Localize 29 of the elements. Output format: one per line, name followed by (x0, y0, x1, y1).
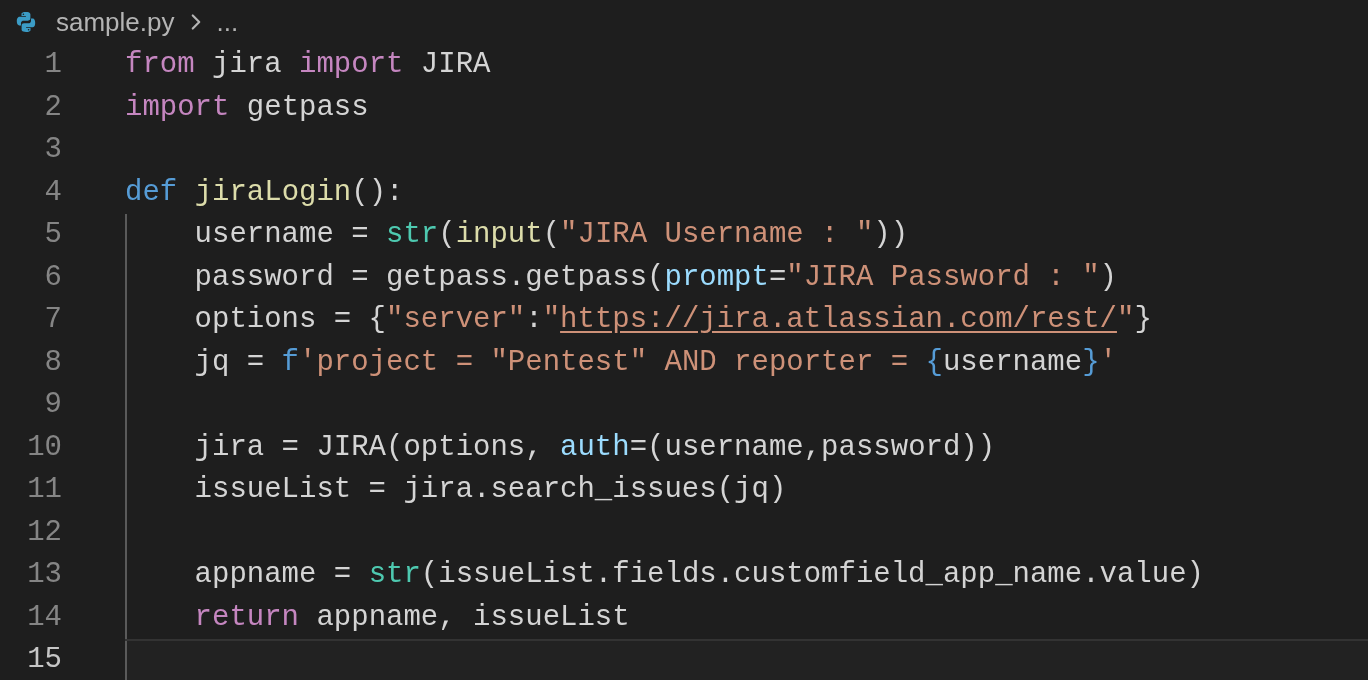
breadcrumb-more[interactable]: ... (216, 2, 239, 42)
line-number: 14 (27, 602, 62, 633)
line-number: 4 (44, 177, 62, 208)
python-logo-icon (14, 10, 38, 34)
code-line: from jira import JIRA (125, 50, 491, 81)
breadcrumb-file[interactable]: sample.py (56, 2, 175, 42)
code-line: password = getpass.getpass(prompt="JIRA Password : ") (194, 262, 1117, 293)
line-number: 8 (44, 347, 62, 378)
code-line: def jiraLogin(): (125, 177, 404, 208)
line-number: 7 (44, 305, 62, 336)
line-number: 12 (27, 517, 62, 548)
line-number: 11 (27, 475, 62, 506)
code-line: jira = JIRA(options, auth=(username,password)) (194, 432, 996, 463)
line-number: 5 (44, 220, 62, 251)
code-line: issueList = jira.search_issues(jq) (194, 475, 787, 506)
line-number: 10 (27, 432, 62, 463)
code-line: username = str(input("JIRA Username : ")) (194, 220, 909, 251)
code-line: import getpass (125, 92, 369, 123)
code-line: return appname, issueList (194, 602, 630, 633)
line-number: 15 (27, 645, 62, 676)
line-number: 3 (44, 135, 62, 166)
line-number: 9 (44, 390, 62, 421)
line-number: 1 (44, 50, 62, 81)
line-number: 13 (27, 560, 62, 591)
code-line: appname = str(issueList.fields.customfield_app_name.value) (194, 560, 1204, 591)
line-number: 6 (44, 262, 62, 293)
line-number: 2 (44, 92, 62, 123)
code-line: jq = f'project = "Pentest" AND reporter = {username}' (194, 347, 1117, 378)
code-line: options = {"server":"https://jira.atlassian.com/rest/"} (194, 305, 1152, 336)
